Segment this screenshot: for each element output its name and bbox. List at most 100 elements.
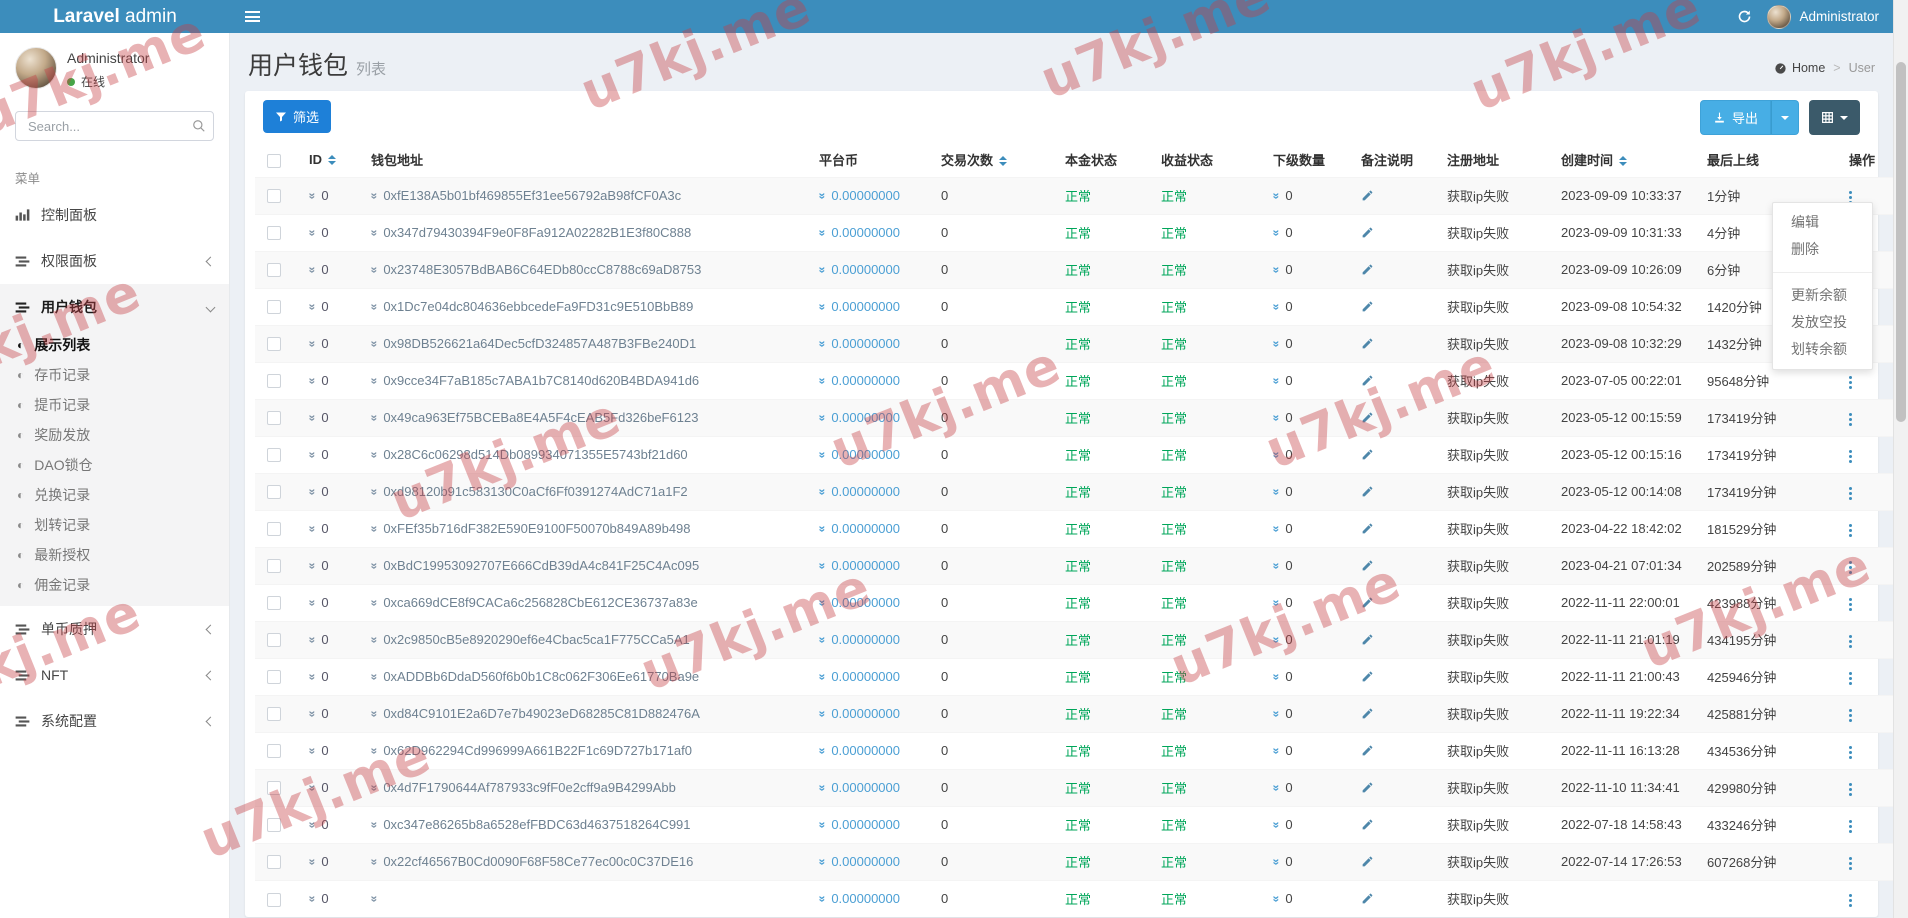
row-checkbox[interactable] — [267, 855, 281, 870]
edit-note-icon[interactable] — [1361, 633, 1374, 649]
expand-icon[interactable]: » — [815, 415, 829, 422]
expand-icon[interactable]: » — [1269, 267, 1283, 274]
search-input[interactable] — [15, 111, 214, 141]
search-icon[interactable] — [192, 119, 206, 133]
expand-icon[interactable]: » — [305, 415, 319, 422]
wallet-address[interactable]: 0x9cce34F7aB185c7ABA1b7C8140d620B4BDA941… — [383, 373, 699, 388]
expand-icon[interactable]: » — [305, 711, 319, 718]
edit-note-icon[interactable] — [1361, 448, 1374, 464]
expand-icon[interactable]: » — [815, 822, 829, 829]
wallet-address[interactable]: 0xFEf35b716dF382E590E9100F50070b849A89b4… — [383, 521, 690, 536]
edit-note-icon[interactable] — [1361, 855, 1374, 871]
expand-icon[interactable]: » — [367, 489, 381, 496]
platform-coin-value[interactable]: 0.00000000 — [831, 447, 900, 462]
expand-icon[interactable]: » — [1269, 193, 1283, 200]
platform-coin-value[interactable]: 0.00000000 — [831, 669, 900, 684]
expand-icon[interactable]: » — [367, 526, 381, 533]
wallet-address[interactable]: 0x1Dc7e04dc804636ebbcedeFa9FD31c9E510BbB… — [383, 299, 693, 314]
row-checkbox[interactable] — [267, 226, 281, 241]
platform-coin-value[interactable]: 0.00000000 — [831, 373, 900, 388]
sort-icon[interactable] — [999, 155, 1008, 166]
row-checkbox[interactable] — [267, 744, 281, 759]
expand-icon[interactable]: » — [815, 193, 829, 200]
row-actions-icon[interactable] — [1849, 820, 1852, 823]
expand-icon[interactable]: » — [1269, 748, 1283, 755]
export-caret-button[interactable] — [1771, 100, 1799, 135]
edit-note-icon[interactable] — [1361, 522, 1374, 538]
sidebar-subitem[interactable]: ◐ 奖励发放 — [0, 420, 229, 450]
expand-icon[interactable]: » — [367, 785, 381, 792]
sidebar-subitem[interactable]: ◐ DAO锁仓 — [0, 450, 229, 480]
expand-icon[interactable]: » — [305, 859, 319, 866]
expand-icon[interactable]: » — [367, 637, 381, 644]
expand-icon[interactable]: » — [1269, 563, 1283, 570]
expand-icon[interactable]: » — [1269, 637, 1283, 644]
edit-note-icon[interactable] — [1361, 707, 1374, 723]
expand-icon[interactable]: » — [367, 341, 381, 348]
expand-icon[interactable]: » — [305, 267, 319, 274]
expand-icon[interactable]: » — [305, 896, 319, 903]
wallet-address[interactable]: 0xc347e86265b8a6528efFBDC63d4637518264C9… — [383, 817, 690, 832]
scrollbar-thumb[interactable] — [1896, 62, 1906, 422]
wallet-address[interactable]: 0x347d79430394F9e0F8Fa912A02282B1E3f80C8… — [383, 225, 691, 240]
header-created[interactable]: 创建时间 — [1549, 143, 1695, 178]
row-checkbox[interactable] — [267, 189, 281, 204]
expand-icon[interactable]: » — [1269, 415, 1283, 422]
row-checkbox[interactable] — [267, 670, 281, 685]
expand-icon[interactable]: » — [305, 304, 319, 311]
edit-note-icon[interactable] — [1361, 892, 1374, 908]
wallet-address[interactable]: 0x4d7F1790644Af787933c9fF0e2cff9a9B4299A… — [383, 780, 676, 795]
platform-coin-value[interactable]: 0.00000000 — [831, 299, 900, 314]
expand-icon[interactable]: » — [1269, 859, 1283, 866]
expand-icon[interactable]: » — [367, 748, 381, 755]
expand-icon[interactable]: » — [367, 452, 381, 459]
row-actions-icon[interactable] — [1849, 672, 1852, 675]
row-checkbox[interactable] — [267, 633, 281, 648]
edit-note-icon[interactable] — [1361, 374, 1374, 390]
row-actions-icon[interactable] — [1849, 450, 1852, 453]
sidebar-subitem[interactable]: ◐ 提币记录 — [0, 390, 229, 420]
expand-icon[interactable]: » — [815, 230, 829, 237]
expand-icon[interactable]: » — [1269, 822, 1283, 829]
sidebar-subitem[interactable]: ◐ 佣金记录 — [0, 570, 229, 600]
expand-icon[interactable]: » — [305, 230, 319, 237]
expand-icon[interactable]: » — [1269, 304, 1283, 311]
row-checkbox[interactable] — [267, 522, 281, 537]
wallet-address[interactable]: 0x62D962294Cd996999A661B22F1c69D727b171a… — [383, 743, 692, 758]
export-button[interactable]: 导出 — [1699, 100, 1771, 135]
platform-coin-value[interactable]: 0.00000000 — [831, 780, 900, 795]
edit-note-icon[interactable] — [1361, 670, 1374, 686]
platform-coin-value[interactable]: 0.00000000 — [831, 262, 900, 277]
wallet-address[interactable]: 0x23748E3057BdBAB6C64EDb80ccC8788c69aD87… — [383, 262, 701, 277]
menu-item-update-balance[interactable]: 更新余额 — [1773, 282, 1872, 309]
wallet-address[interactable]: 0xd98120b91c583130C0aCf6Ff0391274AdC71a1… — [383, 484, 687, 499]
row-checkbox[interactable] — [267, 374, 281, 389]
expand-icon[interactable]: » — [815, 378, 829, 385]
column-selector-button[interactable] — [1809, 100, 1860, 135]
expand-icon[interactable]: » — [305, 341, 319, 348]
sidebar-subitem[interactable]: ◐ 兑换记录 — [0, 480, 229, 510]
row-checkbox[interactable] — [267, 263, 281, 278]
expand-icon[interactable]: » — [305, 674, 319, 681]
sort-icon[interactable] — [328, 154, 336, 165]
menu-item-edit[interactable]: 编辑 — [1773, 209, 1872, 236]
row-actions-icon[interactable] — [1849, 561, 1852, 564]
expand-icon[interactable]: » — [305, 489, 319, 496]
refresh-button[interactable] — [1737, 9, 1752, 24]
platform-coin-value[interactable]: 0.00000000 — [831, 891, 900, 906]
sidebar-item-staking[interactable]: 单币质押 — [0, 606, 229, 652]
platform-coin-value[interactable]: 0.00000000 — [831, 817, 900, 832]
row-actions-icon[interactable] — [1849, 709, 1852, 712]
sort-icon[interactable] — [1619, 155, 1628, 166]
expand-icon[interactable]: » — [815, 600, 829, 607]
expand-icon[interactable]: » — [305, 563, 319, 570]
row-actions-icon[interactable] — [1849, 857, 1852, 860]
expand-icon[interactable]: » — [1269, 452, 1283, 459]
expand-icon[interactable]: » — [1269, 230, 1283, 237]
sidebar-item-nft[interactable]: NFT — [0, 652, 229, 698]
expand-icon[interactable]: » — [815, 267, 829, 274]
row-actions-icon[interactable] — [1849, 894, 1852, 898]
row-checkbox[interactable] — [267, 300, 281, 315]
wallet-address[interactable]: 0x28C6c06298d514Db089934071355E5743bf21d… — [383, 447, 687, 462]
platform-coin-value[interactable]: 0.00000000 — [831, 521, 900, 536]
